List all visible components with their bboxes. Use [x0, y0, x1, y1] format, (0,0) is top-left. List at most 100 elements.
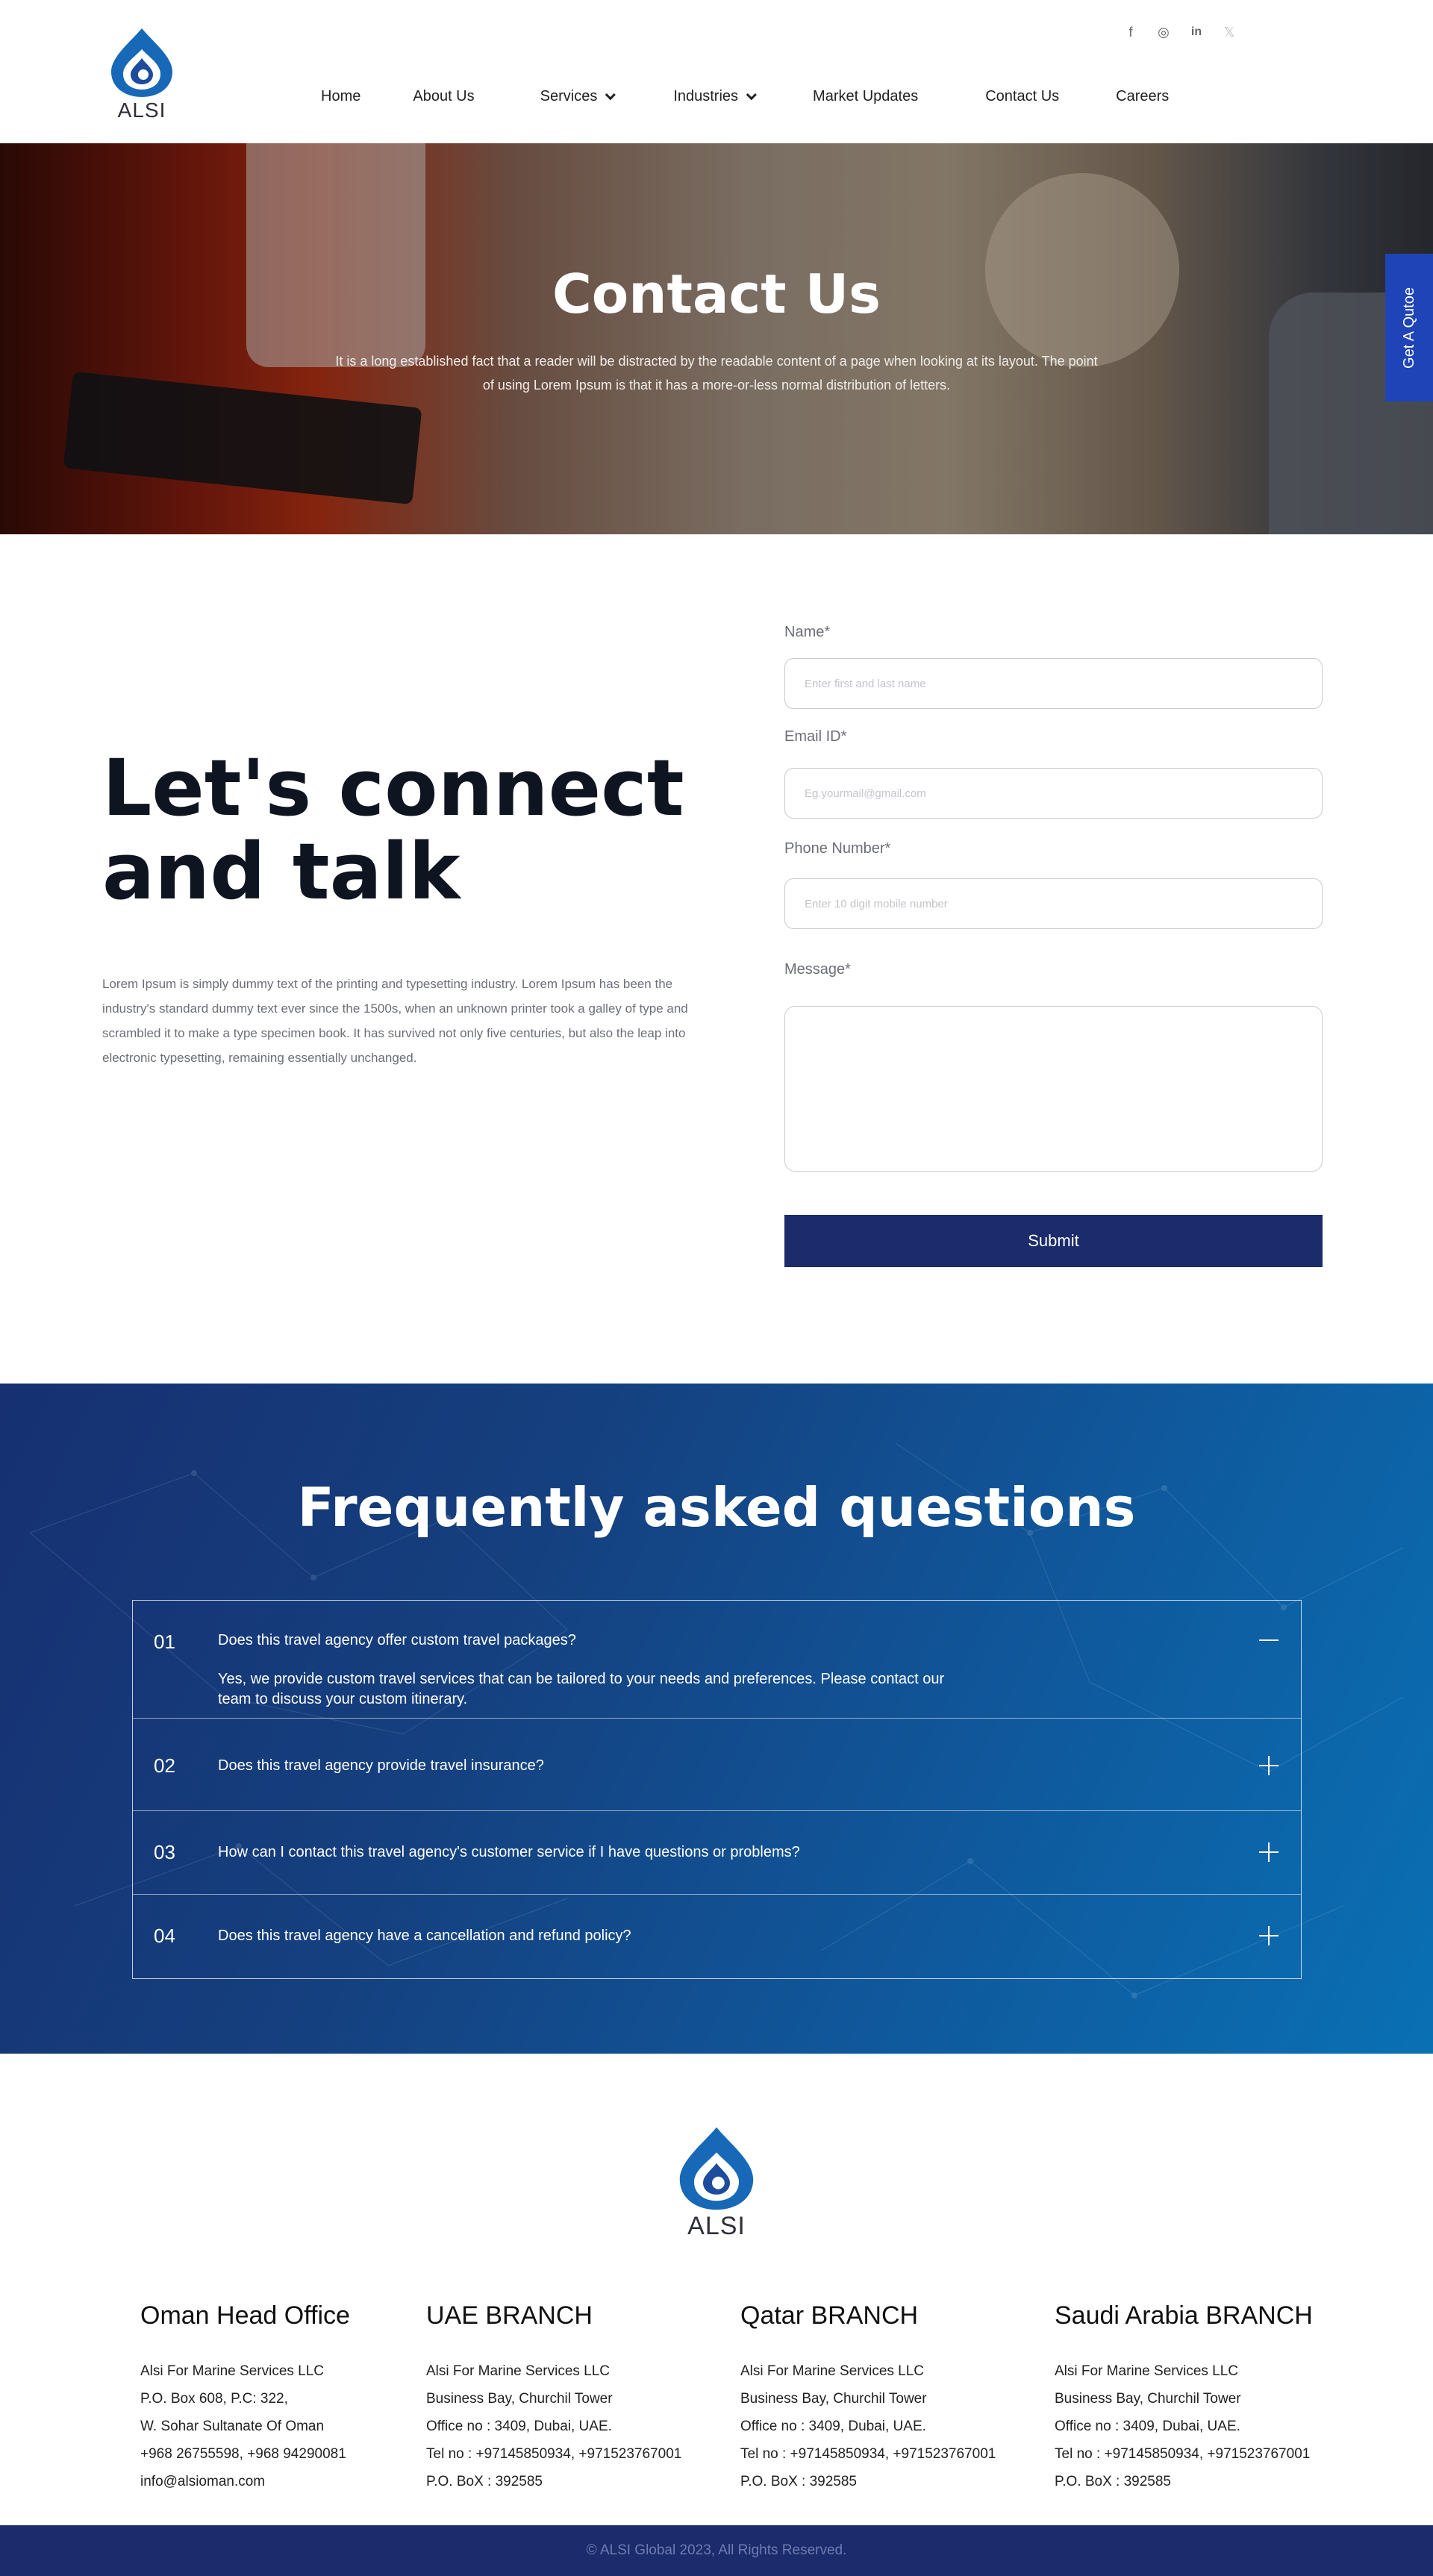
- branch-line: Alsi For Marine Services LLC: [1055, 2363, 1239, 2379]
- hero-overlay: [0, 143, 1433, 534]
- faq-item[interactable]: 01 Does this travel agency offer custom …: [133, 1601, 1301, 1719]
- branch-line: Business Bay, Churchil Tower: [1055, 2391, 1241, 2407]
- social-links: f ◎ in 𝕏: [1123, 24, 1237, 40]
- name-label: Name*: [784, 624, 831, 640]
- collapse-icon[interactable]: [1259, 1631, 1279, 1650]
- branch-uae: UAE BRANCH Alsi For Marine Services LLC …: [426, 2301, 725, 2495]
- faq-number: 02: [154, 1754, 175, 1777]
- branch-line: Alsi For Marine Services LLC: [740, 2363, 925, 2379]
- faq-title: Frequently asked questions: [297, 1476, 1136, 1539]
- nav-market-updates[interactable]: Market Updates: [813, 88, 918, 105]
- branch-line: P.O. BoX : 392585: [426, 2474, 543, 2489]
- submit-button[interactable]: Submit: [784, 1215, 1323, 1267]
- message-field[interactable]: [784, 1006, 1323, 1172]
- connect-heading: Let's connect and talk: [102, 746, 699, 913]
- branch-phone[interactable]: Tel no : +97145850934, +971523767001: [1055, 2440, 1353, 2468]
- phone-placeholder: Enter 10 digit mobile number: [805, 897, 948, 910]
- logo-text: ALSI: [117, 99, 166, 122]
- faq-question: Does this travel agency provide travel i…: [218, 1757, 544, 1774]
- branch-line: P.O. Box 608, P.C: 322,: [140, 2391, 288, 2407]
- alsi-logo[interactable]: ALSI: [108, 27, 175, 124]
- branch-qatar: Qatar BRANCH Alsi For Marine Services LL…: [740, 2301, 1039, 2495]
- branch-saudi: Saudi Arabia BRANCH Alsi For Marine Serv…: [1055, 2301, 1353, 2495]
- branch-line: Alsi For Marine Services LLC: [426, 2363, 611, 2379]
- get-quote-label: Get A Qutoe: [1400, 287, 1417, 369]
- site-header: ALSI f ◎ in 𝕏 Home About Us Services Ind…: [0, 0, 1433, 143]
- nav-industries[interactable]: Industries: [673, 88, 757, 105]
- message-label: Message*: [784, 961, 851, 978]
- email-label: Email ID*: [784, 728, 847, 745]
- expand-icon[interactable]: [1259, 1842, 1279, 1862]
- branch-line: W. Sohar Sultanate Of Oman: [140, 2419, 325, 2434]
- nav-contact-label: Contact Us: [985, 88, 1060, 104]
- faq-accordion: 01 Does this travel agency offer custom …: [132, 1600, 1302, 1979]
- nav-industries-label: Industries: [673, 88, 739, 104]
- connect-description: Lorem Ipsum is simply dummy text of the …: [102, 977, 688, 1065]
- name-field[interactable]: Enter first and last name: [784, 658, 1323, 709]
- branch-line: Business Bay, Churchil Tower: [740, 2391, 927, 2407]
- branch-oman: Oman Head Office Alsi For Marine Service…: [140, 2301, 439, 2495]
- chevron-down-icon: [746, 89, 757, 100]
- branch-email[interactable]: info@alsioman.com: [140, 2468, 439, 2495]
- faq-number: 04: [154, 1925, 175, 1947]
- faq-number: 03: [154, 1841, 175, 1863]
- email-placeholder: Eg.yourmail@gmail.com: [805, 787, 926, 800]
- faq-question: How can I contact this travel agency's c…: [218, 1844, 800, 1860]
- chevron-down-icon: [605, 89, 616, 100]
- x-icon[interactable]: 𝕏: [1221, 24, 1237, 40]
- connect-heading-line: and talk: [102, 826, 461, 917]
- copyright-bar: © ALSI Global 2023, All Rights Reserved.: [0, 2525, 1433, 2576]
- nav-services[interactable]: Services: [540, 88, 616, 105]
- faq-item[interactable]: 04 Does this travel agency have a cancel…: [133, 1895, 1301, 1978]
- branch-title: Oman Head Office: [140, 2301, 350, 2330]
- branch-title: UAE BRANCH: [426, 2301, 593, 2330]
- branch-phone[interactable]: +968 26755598, +968 94290081: [140, 2440, 439, 2468]
- faq-item[interactable]: 03 How can I contact this travel agency'…: [133, 1811, 1301, 1895]
- nav-contact[interactable]: Contact Us: [985, 88, 1059, 105]
- expand-icon[interactable]: [1259, 1756, 1279, 1775]
- branch-title: Qatar BRANCH: [740, 2301, 919, 2330]
- branch-line: Office no : 3409, Dubai, UAE.: [740, 2419, 926, 2434]
- faq-item[interactable]: 02 Does this travel agency provide trave…: [133, 1719, 1301, 1811]
- nav-careers-label: Careers: [1116, 88, 1170, 104]
- main-nav: Home About Us Services Industries Market…: [321, 88, 1169, 105]
- branch-line: Office no : 3409, Dubai, UAE.: [1055, 2419, 1240, 2434]
- facebook-icon[interactable]: f: [1123, 24, 1139, 40]
- nav-market-label: Market Updates: [813, 88, 919, 104]
- logo-drop-icon: [679, 2127, 754, 2210]
- nav-home-label: Home: [321, 88, 361, 104]
- branch-line: Office no : 3409, Dubai, UAE.: [426, 2419, 612, 2434]
- nav-about-label: About Us: [413, 88, 475, 104]
- branch-phone[interactable]: Tel no : +97145850934, +971523767001: [740, 2440, 1039, 2468]
- branch-line: P.O. BoX : 392585: [1055, 2474, 1171, 2489]
- logo-drop-icon: [111, 28, 172, 97]
- phone-field[interactable]: Enter 10 digit mobile number: [784, 878, 1323, 929]
- nav-about[interactable]: About Us: [413, 88, 474, 105]
- branch-phone[interactable]: Tel no : +97145850934, +971523767001: [426, 2440, 725, 2468]
- branch-title: Saudi Arabia BRANCH: [1055, 2301, 1313, 2330]
- faq-section: Frequently asked questions 01 Does this …: [0, 1384, 1433, 2054]
- faq-answer: Yes, we provide custom travel services t…: [218, 1671, 945, 1707]
- hero-title: Contact Us: [552, 263, 881, 325]
- phone-label: Phone Number*: [784, 840, 891, 857]
- instagram-icon[interactable]: ◎: [1155, 24, 1172, 40]
- get-quote-tab[interactable]: Get A Qutoe: [1385, 254, 1433, 401]
- linkedin-icon[interactable]: in: [1188, 24, 1205, 40]
- nav-careers[interactable]: Careers: [1116, 88, 1169, 105]
- branch-line: P.O. BoX : 392585: [740, 2474, 857, 2489]
- footer-logo[interactable]: ALSI: [676, 2125, 757, 2251]
- faq-number: 01: [154, 1631, 175, 1653]
- copyright-text: © ALSI Global 2023, All Rights Reserved.: [586, 2542, 847, 2558]
- expand-icon[interactable]: [1259, 1926, 1279, 1945]
- name-placeholder: Enter first and last name: [805, 677, 926, 690]
- hero-subtitle: It is a long established fact that a rea…: [335, 354, 1098, 393]
- hero-banner: Contact Us It is a long established fact…: [0, 143, 1433, 534]
- faq-question: Does this travel agency have a cancellat…: [218, 1928, 631, 1944]
- nav-home[interactable]: Home: [321, 88, 360, 105]
- faq-question: Does this travel agency offer custom tra…: [218, 1632, 576, 1648]
- email-field[interactable]: Eg.yourmail@gmail.com: [784, 768, 1323, 819]
- branch-line: Business Bay, Churchil Tower: [426, 2391, 613, 2407]
- connect-heading-line: Let's connect: [102, 743, 684, 834]
- footer-logo-text: ALSI: [687, 2212, 746, 2240]
- nav-services-label: Services: [540, 88, 598, 104]
